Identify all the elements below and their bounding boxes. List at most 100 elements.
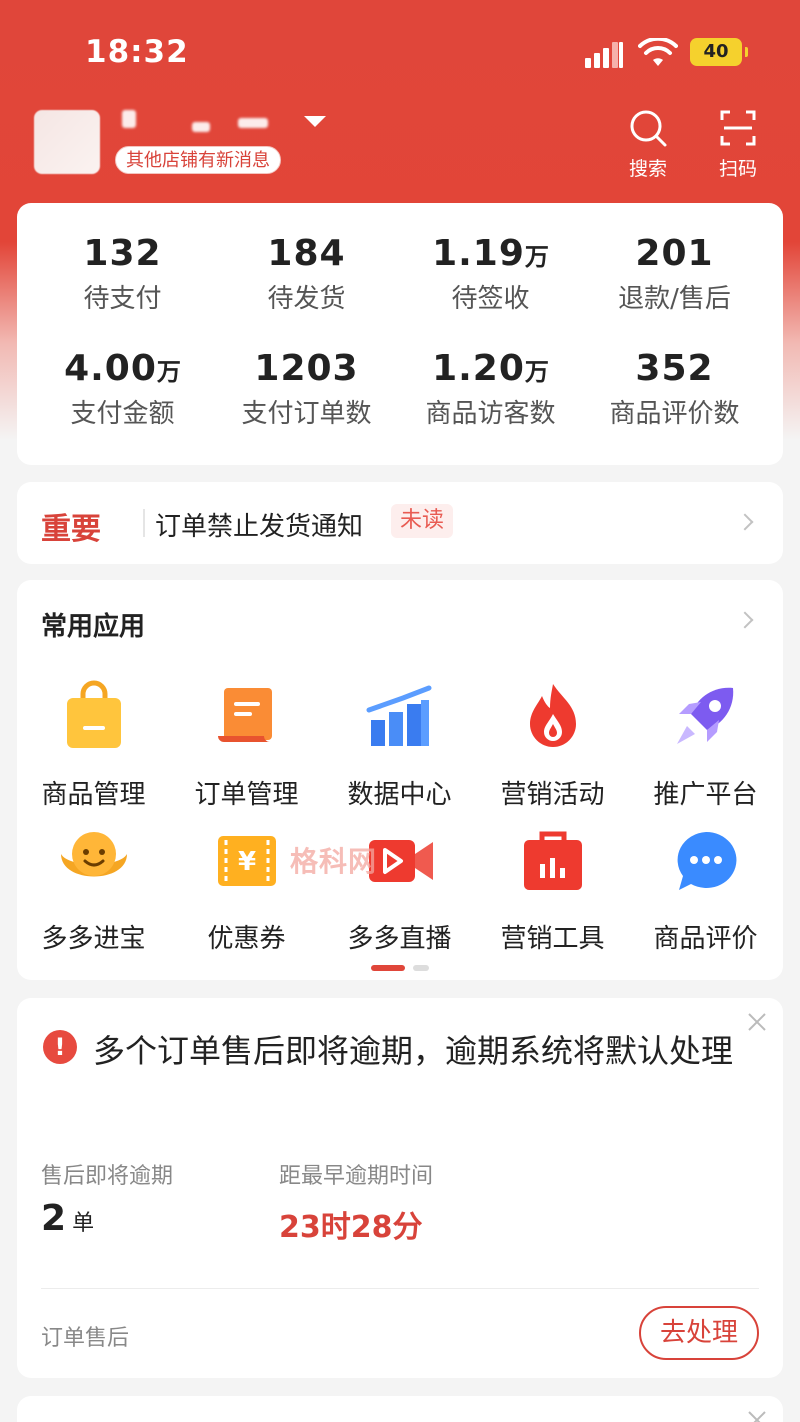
stat-value: 1.20 (432, 348, 525, 389)
stat-label: 商品评价数 (609, 399, 740, 429)
important-tag: 重要 (41, 512, 101, 547)
metric-label: 售后即将逾期 (41, 1164, 174, 1189)
app-label: 营销活动 (500, 780, 605, 810)
search-icon (630, 110, 667, 147)
app-label: 商品评价 (653, 924, 758, 954)
app-label: 营销工具 (500, 924, 605, 954)
shop-name-redacted (122, 110, 136, 128)
status-time: 18:32 (85, 34, 189, 70)
stat-pending-payment[interactable]: 132 待支付 (27, 233, 218, 315)
app-duoduo-jinbao[interactable]: 多多进宝 (17, 824, 170, 955)
cellular-signal-icon (585, 40, 627, 68)
close-icon[interactable] (747, 1410, 767, 1422)
alert-title: 多个订单售后即将逾期，逾期系统将默认处理 (93, 1032, 734, 1070)
stat-label: 支付金额 (70, 399, 175, 429)
shopping-bag-icon (66, 680, 121, 748)
stat-unit: 万 (524, 358, 549, 386)
next-card (17, 1396, 783, 1422)
chat-bubble-icon (677, 831, 736, 890)
important-notice-bar[interactable]: 重要 订单禁止发货通知 未读 (17, 482, 783, 564)
toolbox-icon (523, 831, 582, 890)
other-shops-notice[interactable]: 其他店铺有新消息 (115, 146, 281, 174)
search-button[interactable]: 搜索 (618, 108, 678, 181)
rocket-icon (676, 687, 733, 744)
search-label: 搜索 (628, 158, 667, 180)
app-label: 多多进宝 (41, 924, 146, 954)
shop-name-redacted (238, 118, 268, 128)
stat-label: 支付订单数 (241, 399, 372, 429)
app-promotion-platform[interactable]: 推广平台 (629, 680, 782, 811)
app-label: 多多直播 (347, 924, 452, 954)
stat-value: 1203 (254, 348, 359, 389)
divider (41, 1288, 759, 1289)
flame-icon (529, 684, 576, 747)
page-dot (413, 965, 429, 971)
stat-value: 201 (635, 233, 714, 274)
app-marketing-tools[interactable]: 营销工具 (476, 824, 629, 955)
alert-category: 订单售后 (41, 1326, 130, 1351)
stat-paid-orders[interactable]: 1203 支付订单数 (211, 348, 402, 430)
stat-pending-shipment[interactable]: 184 待发货 (211, 233, 402, 315)
chevron-right-icon (736, 513, 754, 531)
unread-badge: 未读 (391, 504, 454, 538)
page-dot-active (371, 965, 405, 971)
scan-label: 扫码 (718, 158, 757, 180)
stat-payment-amount[interactable]: 4.00万 支付金额 (27, 348, 218, 430)
status-bar: 18:32 40 (0, 0, 800, 100)
handle-button[interactable]: 去处理 (639, 1306, 759, 1360)
coupon-icon: ¥ (217, 836, 276, 886)
overdue-count-value: 2 (41, 1198, 67, 1239)
app-order-management[interactable]: 订单管理 (170, 680, 323, 811)
app-label: 订单管理 (194, 780, 299, 810)
stat-label: 待发货 (267, 284, 346, 314)
app-label: 数据中心 (347, 780, 452, 810)
scan-icon (720, 110, 756, 146)
stat-label: 待签收 (451, 284, 530, 314)
order-scroll-icon (217, 688, 272, 742)
common-apps-card: 常用应用 商品管理 订单管理 数据中心 营销活动 推广平台 多多进宝 ¥ 优惠券… (17, 580, 783, 980)
stat-unit: 万 (156, 358, 181, 386)
stat-label: 商品访客数 (425, 399, 556, 429)
shop-switch-chevron-icon[interactable] (304, 116, 326, 127)
app-label: 优惠券 (207, 924, 286, 954)
bar-chart-icon (366, 685, 431, 746)
chevron-right-icon[interactable] (736, 611, 754, 629)
overdue-count: 2单 (41, 1198, 94, 1239)
aftersale-alert-card: 多个订单售后即将逾期，逾期系统将默认处理 ! 售后即将逾期 2单 距最早逾期时间… (17, 998, 783, 1378)
stat-value: 132 (83, 233, 162, 274)
stat-unit: 万 (524, 243, 549, 271)
ingot-icon (60, 832, 127, 877)
stat-value: 184 (267, 233, 346, 274)
scan-button[interactable]: 扫码 (708, 108, 768, 181)
app-product-management[interactable]: 商品管理 (17, 680, 170, 811)
stat-product-reviews[interactable]: 352 商品评价数 (579, 348, 770, 430)
stat-value: 4.00 (64, 348, 157, 389)
app-data-center[interactable]: 数据中心 (323, 680, 476, 811)
shop-name-redacted (192, 122, 210, 132)
watermark: 格科网 (290, 845, 378, 878)
stat-value: 352 (635, 348, 714, 389)
svg-text:¥: ¥ (237, 847, 255, 877)
wifi-icon (638, 38, 678, 66)
earliest-overdue-time: 23时28分 (279, 1210, 423, 1245)
stats-card: 132 待支付 184 待发货 1.19万 待签收 201 退款/售后 4.00… (17, 203, 783, 465)
app-product-reviews[interactable]: 商品评价 (629, 824, 782, 955)
shop-header: 其他店铺有新消息 搜索 扫码 (0, 100, 800, 200)
shop-avatar[interactable] (34, 110, 100, 174)
stat-label: 待支付 (83, 284, 162, 314)
stat-refund-aftersale[interactable]: 201 退款/售后 (579, 233, 770, 315)
apps-title: 常用应用 (41, 612, 146, 642)
stat-product-visitors[interactable]: 1.20万 商品访客数 (395, 348, 586, 430)
metric-label: 距最早逾期时间 (279, 1164, 434, 1189)
app-label: 商品管理 (41, 780, 146, 810)
stat-value: 1.19 (432, 233, 525, 274)
divider (143, 509, 145, 537)
app-label: 推广平台 (653, 780, 758, 810)
warning-icon: ! (43, 1030, 77, 1064)
notice-text: 订单禁止发货通知 (155, 512, 364, 542)
battery-indicator: 40 (690, 38, 748, 66)
app-marketing-activity[interactable]: 营销活动 (476, 680, 629, 811)
overdue-count-unit: 单 (72, 1211, 95, 1236)
stat-pending-receipt[interactable]: 1.19万 待签收 (395, 233, 586, 315)
stat-label: 退款/售后 (618, 284, 731, 314)
